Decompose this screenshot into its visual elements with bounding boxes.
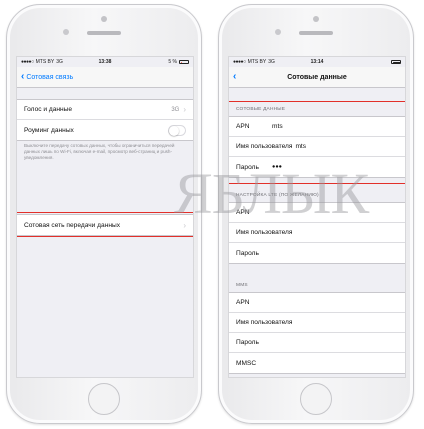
lte-apn-label: APN — [236, 209, 250, 216]
signal-icon: ●●●●○ — [21, 59, 34, 65]
lte-group: APN Имя пользователя Пароль — [229, 202, 405, 264]
voice-data-row[interactable]: Голос и данные 3G › — [17, 100, 193, 120]
battery-percent: 5 % — [168, 59, 177, 65]
chevron-right-icon: › — [183, 105, 186, 114]
right-screen: ●●●●○ MTS BY 3G 13:14 ‹ Сотовые данные С… — [228, 56, 406, 378]
front-camera-icon — [63, 29, 69, 35]
lte-password-row[interactable]: Пароль — [229, 243, 405, 263]
clock: 13:14 — [310, 59, 324, 65]
battery-icon — [179, 60, 189, 64]
status-bar: ●●●●○ MTS BY 3G 13:14 — [229, 57, 405, 67]
carrier-label: MTS BY — [247, 59, 267, 65]
mms-apn-label: APN — [236, 299, 250, 306]
mms-apn-row[interactable]: APN — [229, 293, 405, 313]
lte-section-header: НАСТРОЙКА LTE (ПО ЖЕЛАНИЮ) — [236, 193, 319, 198]
lte-apn-row[interactable]: APN — [229, 203, 405, 223]
camera-icon — [313, 16, 319, 22]
highlight-box — [229, 101, 405, 184]
mms-username-label: Имя пользователя — [236, 319, 293, 326]
mms-section-header: MMS — [236, 283, 248, 288]
back-button[interactable]: ‹ Сотовая связь — [17, 72, 73, 82]
left-phone: ●●●●○ MTS BY 3G 13:38 5 % ‹ Сотовая связ… — [6, 4, 202, 424]
nav-bar: ‹ Сотовые данные — [229, 67, 405, 88]
back-label: Сотовая связь — [26, 73, 74, 81]
voice-data-label: Голос и данные — [24, 106, 73, 113]
voice-data-value: 3G — [171, 106, 180, 113]
toggle-knob — [169, 125, 179, 136]
mmsc-label: MMSC — [236, 359, 257, 367]
right-phone: ●●●●○ MTS BY 3G 13:14 ‹ Сотовые данные С… — [218, 4, 414, 424]
mms-password-row[interactable]: Пароль — [229, 333, 405, 353]
page-title: Сотовые данные — [287, 73, 347, 81]
mms-password-label: Пароль — [236, 339, 259, 346]
mms-group: APN Имя пользователя Пароль MMSC — [229, 292, 405, 374]
clock: 13:38 — [98, 59, 112, 65]
network-label: 3G — [56, 59, 63, 65]
network-label: 3G — [268, 59, 275, 65]
carrier-label: MTS BY — [35, 59, 55, 65]
home-button[interactable] — [300, 383, 332, 415]
roaming-toggle[interactable] — [168, 124, 186, 136]
mms-username-row[interactable]: Имя пользователя — [229, 313, 405, 333]
roaming-row: Роуминг данных — [17, 120, 193, 140]
lte-username-label: Имя пользователя — [236, 229, 293, 236]
left-screen: ●●●●○ MTS BY 3G 13:38 5 % ‹ Сотовая связ… — [16, 56, 194, 378]
chevron-left-icon: ‹ — [21, 71, 25, 82]
camera-icon — [101, 16, 107, 22]
status-bar: ●●●●○ MTS BY 3G 13:38 5 % — [17, 57, 193, 67]
footnote: Выключите передачу сотовых данных, чтобы… — [24, 143, 175, 160]
mmsc-row[interactable]: MMSC — [229, 353, 405, 373]
signal-icon: ●●●●○ — [233, 59, 246, 65]
nav-bar: ‹ Сотовая связь — [17, 67, 193, 88]
speaker-grill — [87, 31, 121, 35]
roaming-label: Роуминг данных — [24, 126, 74, 134]
lte-password-label: Пароль — [236, 249, 259, 257]
speaker-grill — [299, 31, 333, 35]
settings-group: Голос и данные 3G › Роуминг данных — [17, 99, 193, 141]
home-button[interactable] — [88, 383, 120, 415]
battery-icon — [391, 60, 401, 64]
highlight-box — [17, 212, 193, 237]
lte-username-row[interactable]: Имя пользователя — [229, 223, 405, 243]
front-camera-icon — [275, 29, 281, 35]
